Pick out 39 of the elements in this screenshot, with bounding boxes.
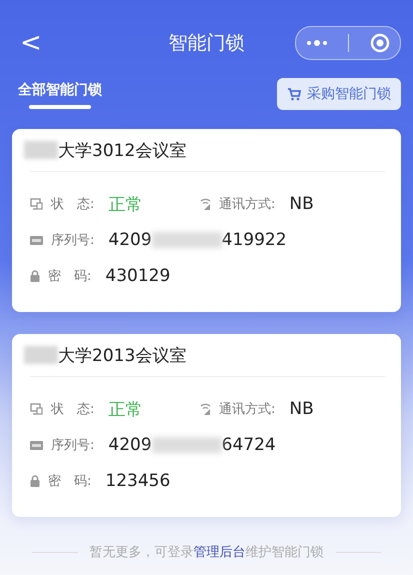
field-label: 状 态: xyxy=(51,196,94,213)
buy-button[interactable]: 采购智能门锁 xyxy=(277,78,401,110)
room-name: 大学3012会议室 xyxy=(58,140,186,162)
signal-icon xyxy=(200,198,211,210)
lock-icon xyxy=(30,475,40,487)
field-label: 密 码: xyxy=(48,473,92,490)
serial-value: 4209 xyxy=(108,435,152,455)
field-label: 状 态: xyxy=(51,401,94,418)
card-icon xyxy=(30,236,43,244)
lock-icon xyxy=(30,270,40,282)
serial-value: 64724 xyxy=(222,435,276,455)
signal-icon xyxy=(200,403,211,415)
status-value: 正常 xyxy=(108,194,142,216)
footer-note: 暂无更多，可登录管理后台维护智能门锁 xyxy=(90,544,324,561)
room-name: 大学2013会议室 xyxy=(58,344,186,366)
monitor-icon xyxy=(30,198,43,210)
close-icon[interactable] xyxy=(370,33,390,53)
monitor-icon xyxy=(30,403,43,415)
back-button[interactable]: < xyxy=(14,28,48,58)
comm-value: NB xyxy=(289,194,314,214)
comm-value: NB xyxy=(289,399,314,419)
field-label: 通讯方式: xyxy=(219,196,276,213)
status-value: 正常 xyxy=(108,398,142,420)
card-icon xyxy=(30,440,43,450)
redaction-patch xyxy=(152,232,222,248)
field-label: 序列号: xyxy=(51,437,94,454)
serial-value: 419922 xyxy=(222,230,287,250)
tab[interactable]: 全部智能门锁 xyxy=(18,81,102,117)
serial-value: 4209 xyxy=(108,230,152,250)
field-label: 密 码: xyxy=(48,268,92,285)
password-value: 123456 xyxy=(105,471,170,491)
password-value: 430129 xyxy=(105,266,170,286)
redaction-patch xyxy=(152,437,222,453)
more-icon[interactable] xyxy=(306,40,328,46)
cart-icon xyxy=(287,87,301,101)
field-label: 序列号: xyxy=(51,232,94,249)
admin-link[interactable]: 管理后台 xyxy=(194,545,246,560)
field-label: 通讯方式: xyxy=(219,401,276,418)
page-title: 智能门锁 xyxy=(168,31,244,56)
